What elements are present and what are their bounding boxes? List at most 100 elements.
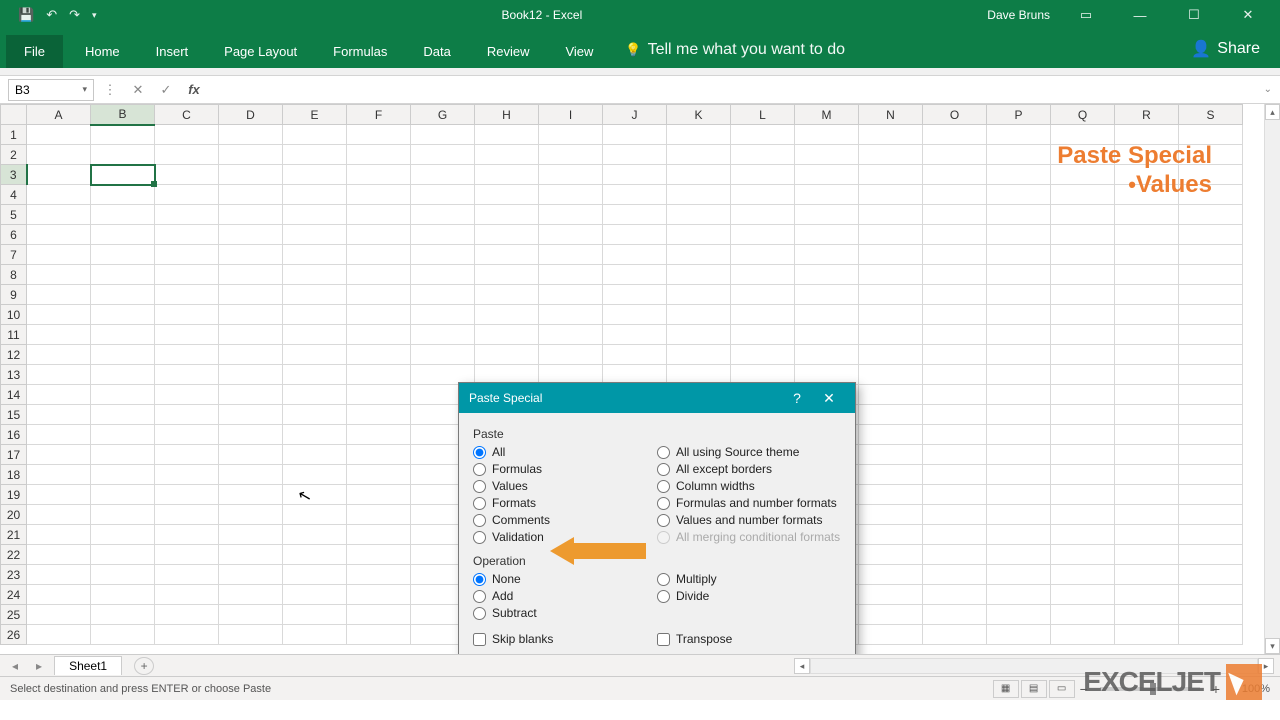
cell-N15[interactable] [859, 405, 923, 425]
cell-A7[interactable] [27, 245, 91, 265]
cell-A26[interactable] [27, 625, 91, 645]
cell-F22[interactable] [347, 545, 411, 565]
cell-D25[interactable] [219, 605, 283, 625]
cell-A10[interactable] [27, 305, 91, 325]
cell-Q19[interactable] [1051, 485, 1115, 505]
cell-P13[interactable] [987, 365, 1051, 385]
cell-I8[interactable] [539, 265, 603, 285]
cell-E24[interactable] [283, 585, 347, 605]
cell-L7[interactable] [731, 245, 795, 265]
cell-D8[interactable] [219, 265, 283, 285]
cell-P2[interactable] [987, 145, 1051, 165]
cell-B18[interactable] [91, 465, 155, 485]
cell-F10[interactable] [347, 305, 411, 325]
row-header-25[interactable]: 25 [1, 605, 27, 625]
paste-option-formulas-and-number-formats[interactable]: Formulas and number formats [657, 496, 841, 510]
cell-K3[interactable] [667, 165, 731, 185]
cell-A15[interactable] [27, 405, 91, 425]
cell-N13[interactable] [859, 365, 923, 385]
cell-Q9[interactable] [1051, 285, 1115, 305]
row-header-23[interactable]: 23 [1, 565, 27, 585]
cell-B13[interactable] [91, 365, 155, 385]
cell-H6[interactable] [475, 225, 539, 245]
cell-P22[interactable] [987, 545, 1051, 565]
row-header-14[interactable]: 14 [1, 385, 27, 405]
cell-A4[interactable] [27, 185, 91, 205]
cell-C17[interactable] [155, 445, 219, 465]
cell-P26[interactable] [987, 625, 1051, 645]
cell-R8[interactable] [1115, 265, 1179, 285]
cell-C13[interactable] [155, 365, 219, 385]
cell-D5[interactable] [219, 205, 283, 225]
cell-B16[interactable] [91, 425, 155, 445]
cell-C11[interactable] [155, 325, 219, 345]
cell-D3[interactable] [219, 165, 283, 185]
row-header-22[interactable]: 22 [1, 545, 27, 565]
cell-S12[interactable] [1179, 345, 1243, 365]
cell-O7[interactable] [923, 245, 987, 265]
cell-E8[interactable] [283, 265, 347, 285]
cell-I7[interactable] [539, 245, 603, 265]
close-icon[interactable]: ✕ [1230, 7, 1266, 23]
cell-G7[interactable] [411, 245, 475, 265]
cell-N14[interactable] [859, 385, 923, 405]
cell-B20[interactable] [91, 505, 155, 525]
cell-P12[interactable] [987, 345, 1051, 365]
cell-N9[interactable] [859, 285, 923, 305]
row-header-5[interactable]: 5 [1, 205, 27, 225]
ribbon-display-icon[interactable]: ▭ [1068, 7, 1104, 23]
cell-S20[interactable] [1179, 505, 1243, 525]
cell-M2[interactable] [795, 145, 859, 165]
row-header-13[interactable]: 13 [1, 365, 27, 385]
cell-B11[interactable] [91, 325, 155, 345]
cell-A20[interactable] [27, 505, 91, 525]
cell-S15[interactable] [1179, 405, 1243, 425]
cell-E14[interactable] [283, 385, 347, 405]
cell-C21[interactable] [155, 525, 219, 545]
cell-S17[interactable] [1179, 445, 1243, 465]
cancel-formula-icon[interactable]: ✕ [126, 82, 150, 98]
cell-C25[interactable] [155, 605, 219, 625]
cell-B23[interactable] [91, 565, 155, 585]
chevron-down-icon[interactable]: ▾ [82, 84, 87, 95]
cell-J1[interactable] [603, 125, 667, 145]
cell-C19[interactable] [155, 485, 219, 505]
cell-A8[interactable] [27, 265, 91, 285]
cell-A5[interactable] [27, 205, 91, 225]
cell-N24[interactable] [859, 585, 923, 605]
cell-Q10[interactable] [1051, 305, 1115, 325]
cell-L10[interactable] [731, 305, 795, 325]
cell-R26[interactable] [1115, 625, 1179, 645]
cell-P20[interactable] [987, 505, 1051, 525]
cell-S5[interactable] [1179, 205, 1243, 225]
cell-O24[interactable] [923, 585, 987, 605]
cell-B14[interactable] [91, 385, 155, 405]
cell-N18[interactable] [859, 465, 923, 485]
operation-option-add[interactable]: Add [473, 589, 657, 603]
cell-R21[interactable] [1115, 525, 1179, 545]
cell-R18[interactable] [1115, 465, 1179, 485]
paste-option-all-using-source-theme[interactable]: All using Source theme [657, 445, 841, 459]
cell-S26[interactable] [1179, 625, 1243, 645]
paste-option-all[interactable]: All [473, 445, 657, 459]
cell-P1[interactable] [987, 125, 1051, 145]
col-header-E[interactable]: E [283, 105, 347, 125]
cell-N10[interactable] [859, 305, 923, 325]
cell-I10[interactable] [539, 305, 603, 325]
cell-C26[interactable] [155, 625, 219, 645]
cell-N21[interactable] [859, 525, 923, 545]
scroll-down-icon[interactable]: ▾ [1265, 638, 1280, 654]
cell-C18[interactable] [155, 465, 219, 485]
col-header-R[interactable]: R [1115, 105, 1179, 125]
cell-R19[interactable] [1115, 485, 1179, 505]
cell-A12[interactable] [27, 345, 91, 365]
cell-P23[interactable] [987, 565, 1051, 585]
cell-F16[interactable] [347, 425, 411, 445]
cell-O11[interactable] [923, 325, 987, 345]
cell-A17[interactable] [27, 445, 91, 465]
cell-E18[interactable] [283, 465, 347, 485]
cell-B12[interactable] [91, 345, 155, 365]
cell-R7[interactable] [1115, 245, 1179, 265]
cell-O1[interactable] [923, 125, 987, 145]
cell-C12[interactable] [155, 345, 219, 365]
